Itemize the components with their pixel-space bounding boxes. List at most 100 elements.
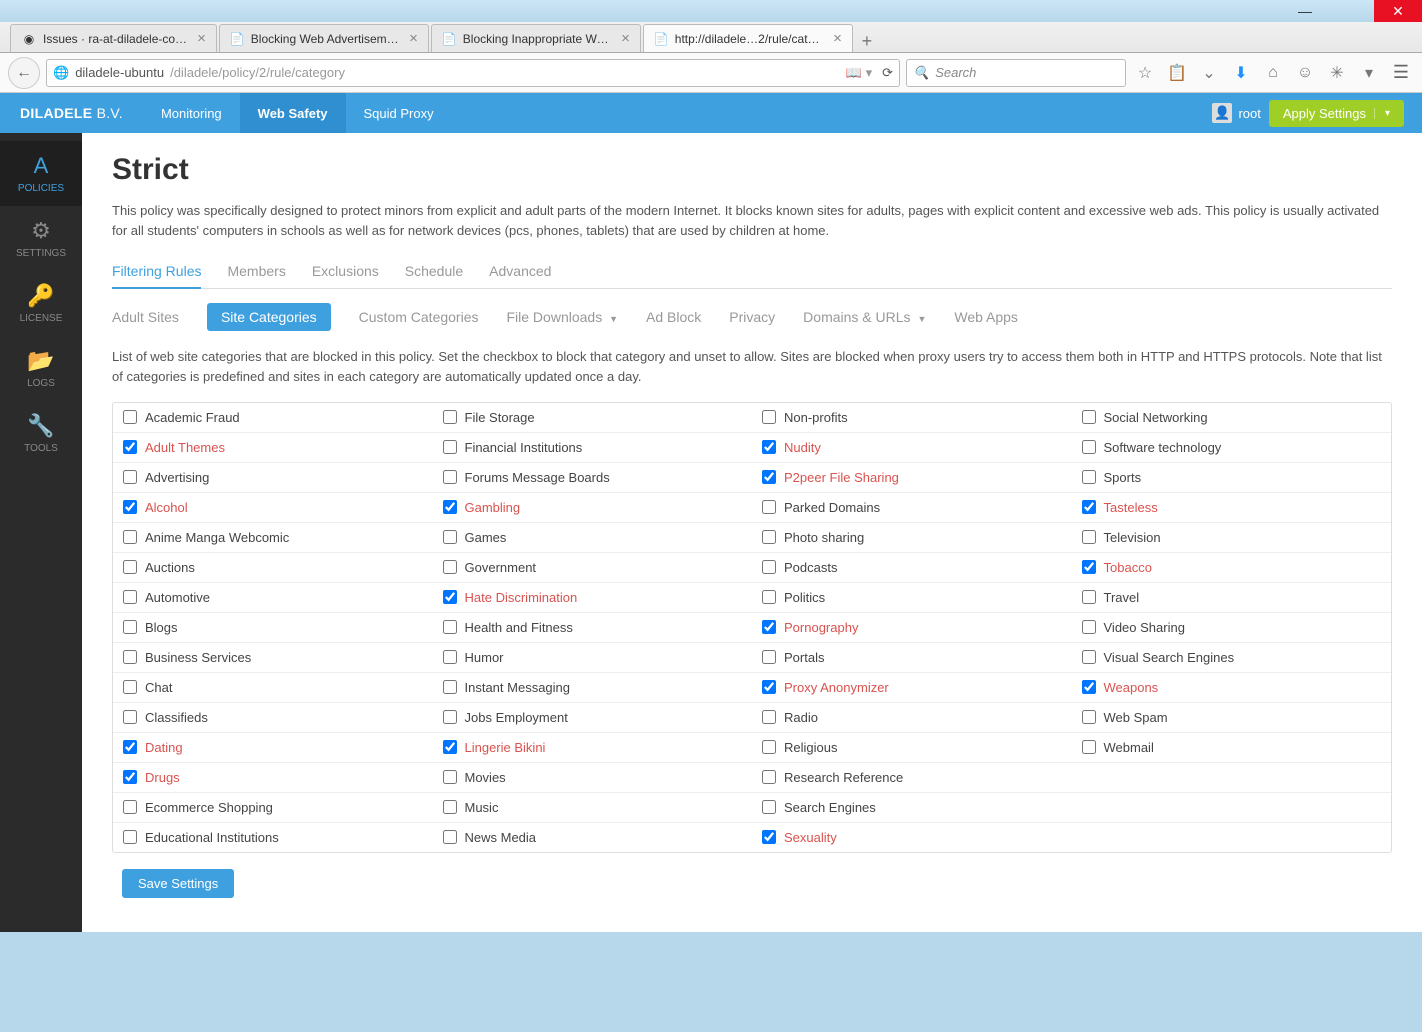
category-label[interactable]: Radio (784, 710, 818, 725)
category-checkbox[interactable] (443, 770, 457, 784)
category-label[interactable]: Business Services (145, 650, 251, 665)
category-checkbox[interactable] (443, 650, 457, 664)
category-checkbox[interactable] (443, 620, 457, 634)
category-checkbox[interactable] (443, 560, 457, 574)
category-label[interactable]: Travel (1104, 590, 1140, 605)
category-checkbox[interactable] (762, 560, 776, 574)
category-checkbox[interactable] (762, 620, 776, 634)
bookmark-star-icon[interactable]: ☆ (1132, 60, 1158, 86)
category-label[interactable]: Web Spam (1104, 710, 1168, 725)
category-checkbox[interactable] (1082, 620, 1096, 634)
browser-tab[interactable]: ◉Issues · ra-at-diladele-co…× (10, 24, 217, 52)
category-label[interactable]: Weapons (1104, 680, 1159, 695)
sidebar-item-tools[interactable]: 🔧TOOLS (0, 401, 82, 466)
category-label[interactable]: Tobacco (1104, 560, 1152, 575)
window-minimize-button[interactable]: — (1282, 0, 1328, 22)
sidebar-item-logs[interactable]: 📂LOGS (0, 336, 82, 401)
category-checkbox[interactable] (123, 710, 137, 724)
window-maximize-button[interactable] (1328, 0, 1374, 22)
window-close-button[interactable]: ✕ (1374, 0, 1422, 22)
category-checkbox[interactable] (123, 830, 137, 844)
category-label[interactable]: Games (465, 530, 507, 545)
category-label[interactable]: Blogs (145, 620, 178, 635)
category-checkbox[interactable] (123, 680, 137, 694)
back-button[interactable]: ← (8, 57, 40, 89)
subtab-file-downloads[interactable]: File Downloads ▼ (506, 303, 618, 331)
new-tab-button[interactable]: + (855, 31, 879, 52)
subtab-web-apps[interactable]: Web Apps (954, 303, 1018, 331)
category-label[interactable]: Dating (145, 740, 183, 755)
category-checkbox[interactable] (1082, 650, 1096, 664)
category-checkbox[interactable] (762, 590, 776, 604)
category-label[interactable]: Alcohol (145, 500, 188, 515)
category-checkbox[interactable] (762, 650, 776, 664)
category-label[interactable]: P2peer File Sharing (784, 470, 899, 485)
category-checkbox[interactable] (1082, 740, 1096, 754)
category-label[interactable]: Non-profits (784, 410, 848, 425)
category-checkbox[interactable] (1082, 590, 1096, 604)
category-checkbox[interactable] (1082, 680, 1096, 694)
category-label[interactable]: Adult Themes (145, 440, 225, 455)
category-checkbox[interactable] (443, 440, 457, 454)
category-checkbox[interactable] (443, 590, 457, 604)
category-label[interactable]: Software technology (1104, 440, 1222, 455)
category-label[interactable]: Politics (784, 590, 825, 605)
reload-icon[interactable]: ⟳ (882, 65, 893, 81)
sidebar-item-policies[interactable]: APOLICIES (0, 141, 82, 206)
category-label[interactable]: Sports (1104, 470, 1142, 485)
category-label[interactable]: Jobs Employment (465, 710, 568, 725)
category-checkbox[interactable] (443, 500, 457, 514)
category-checkbox[interactable] (762, 770, 776, 784)
tab-schedule[interactable]: Schedule (405, 255, 463, 288)
category-checkbox[interactable] (443, 740, 457, 754)
topnav-item[interactable]: Monitoring (143, 93, 240, 133)
subtab-custom-categories[interactable]: Custom Categories (359, 303, 479, 331)
dropdown-icon[interactable]: ▾ (1356, 60, 1382, 86)
category-checkbox[interactable] (762, 500, 776, 514)
subtab-domains-urls[interactable]: Domains & URLs ▼ (803, 303, 926, 331)
category-checkbox[interactable] (123, 530, 137, 544)
category-label[interactable]: Financial Institutions (465, 440, 583, 455)
category-label[interactable]: Lingerie Bikini (465, 740, 546, 755)
category-checkbox[interactable] (123, 590, 137, 604)
category-checkbox[interactable] (123, 410, 137, 424)
category-checkbox[interactable] (1082, 500, 1096, 514)
category-label[interactable]: Anime Manga Webcomic (145, 530, 289, 545)
apply-settings-button[interactable]: Apply Settings ▾ (1269, 100, 1404, 127)
category-checkbox[interactable] (762, 740, 776, 754)
close-tab-icon[interactable]: × (621, 30, 630, 47)
category-checkbox[interactable] (443, 530, 457, 544)
category-checkbox[interactable] (762, 410, 776, 424)
category-label[interactable]: Health and Fitness (465, 620, 573, 635)
browser-tab[interactable]: 📄http://diladele…2/rule/category× (643, 24, 853, 52)
subtab-adult-sites[interactable]: Adult Sites (112, 303, 179, 331)
category-label[interactable]: Instant Messaging (465, 680, 571, 695)
category-label[interactable]: Humor (465, 650, 504, 665)
category-label[interactable]: Drugs (145, 770, 180, 785)
category-checkbox[interactable] (443, 470, 457, 484)
category-label[interactable]: Automotive (145, 590, 210, 605)
category-label[interactable]: Music (465, 800, 499, 815)
menu-icon[interactable]: ☰ (1388, 60, 1414, 86)
chevron-down-icon[interactable]: ▾ (1374, 108, 1390, 119)
sidebar-item-settings[interactable]: ⚙SETTINGS (0, 206, 82, 271)
tab-advanced[interactable]: Advanced (489, 255, 551, 288)
category-checkbox[interactable] (123, 740, 137, 754)
category-label[interactable]: Proxy Anonymizer (784, 680, 889, 695)
subtab-site-categories[interactable]: Site Categories (207, 303, 331, 331)
category-label[interactable]: Social Networking (1104, 410, 1208, 425)
search-box[interactable]: 🔍 Search (906, 59, 1126, 87)
topnav-item[interactable]: Web Safety (240, 93, 346, 133)
category-label[interactable]: Government (465, 560, 537, 575)
category-label[interactable]: Photo sharing (784, 530, 864, 545)
category-checkbox[interactable] (762, 710, 776, 724)
browser-tab[interactable]: 📄Blocking Inappropriate Web S…× (431, 24, 641, 52)
url-bar[interactable]: 🌐 diladele-ubuntu/diladele/policy/2/rule… (46, 59, 900, 87)
category-label[interactable]: News Media (465, 830, 537, 845)
category-label[interactable]: Auctions (145, 560, 195, 575)
category-label[interactable]: Television (1104, 530, 1161, 545)
category-checkbox[interactable] (1082, 470, 1096, 484)
category-checkbox[interactable] (762, 530, 776, 544)
category-checkbox[interactable] (443, 830, 457, 844)
home-icon[interactable]: ⌂ (1260, 60, 1286, 86)
